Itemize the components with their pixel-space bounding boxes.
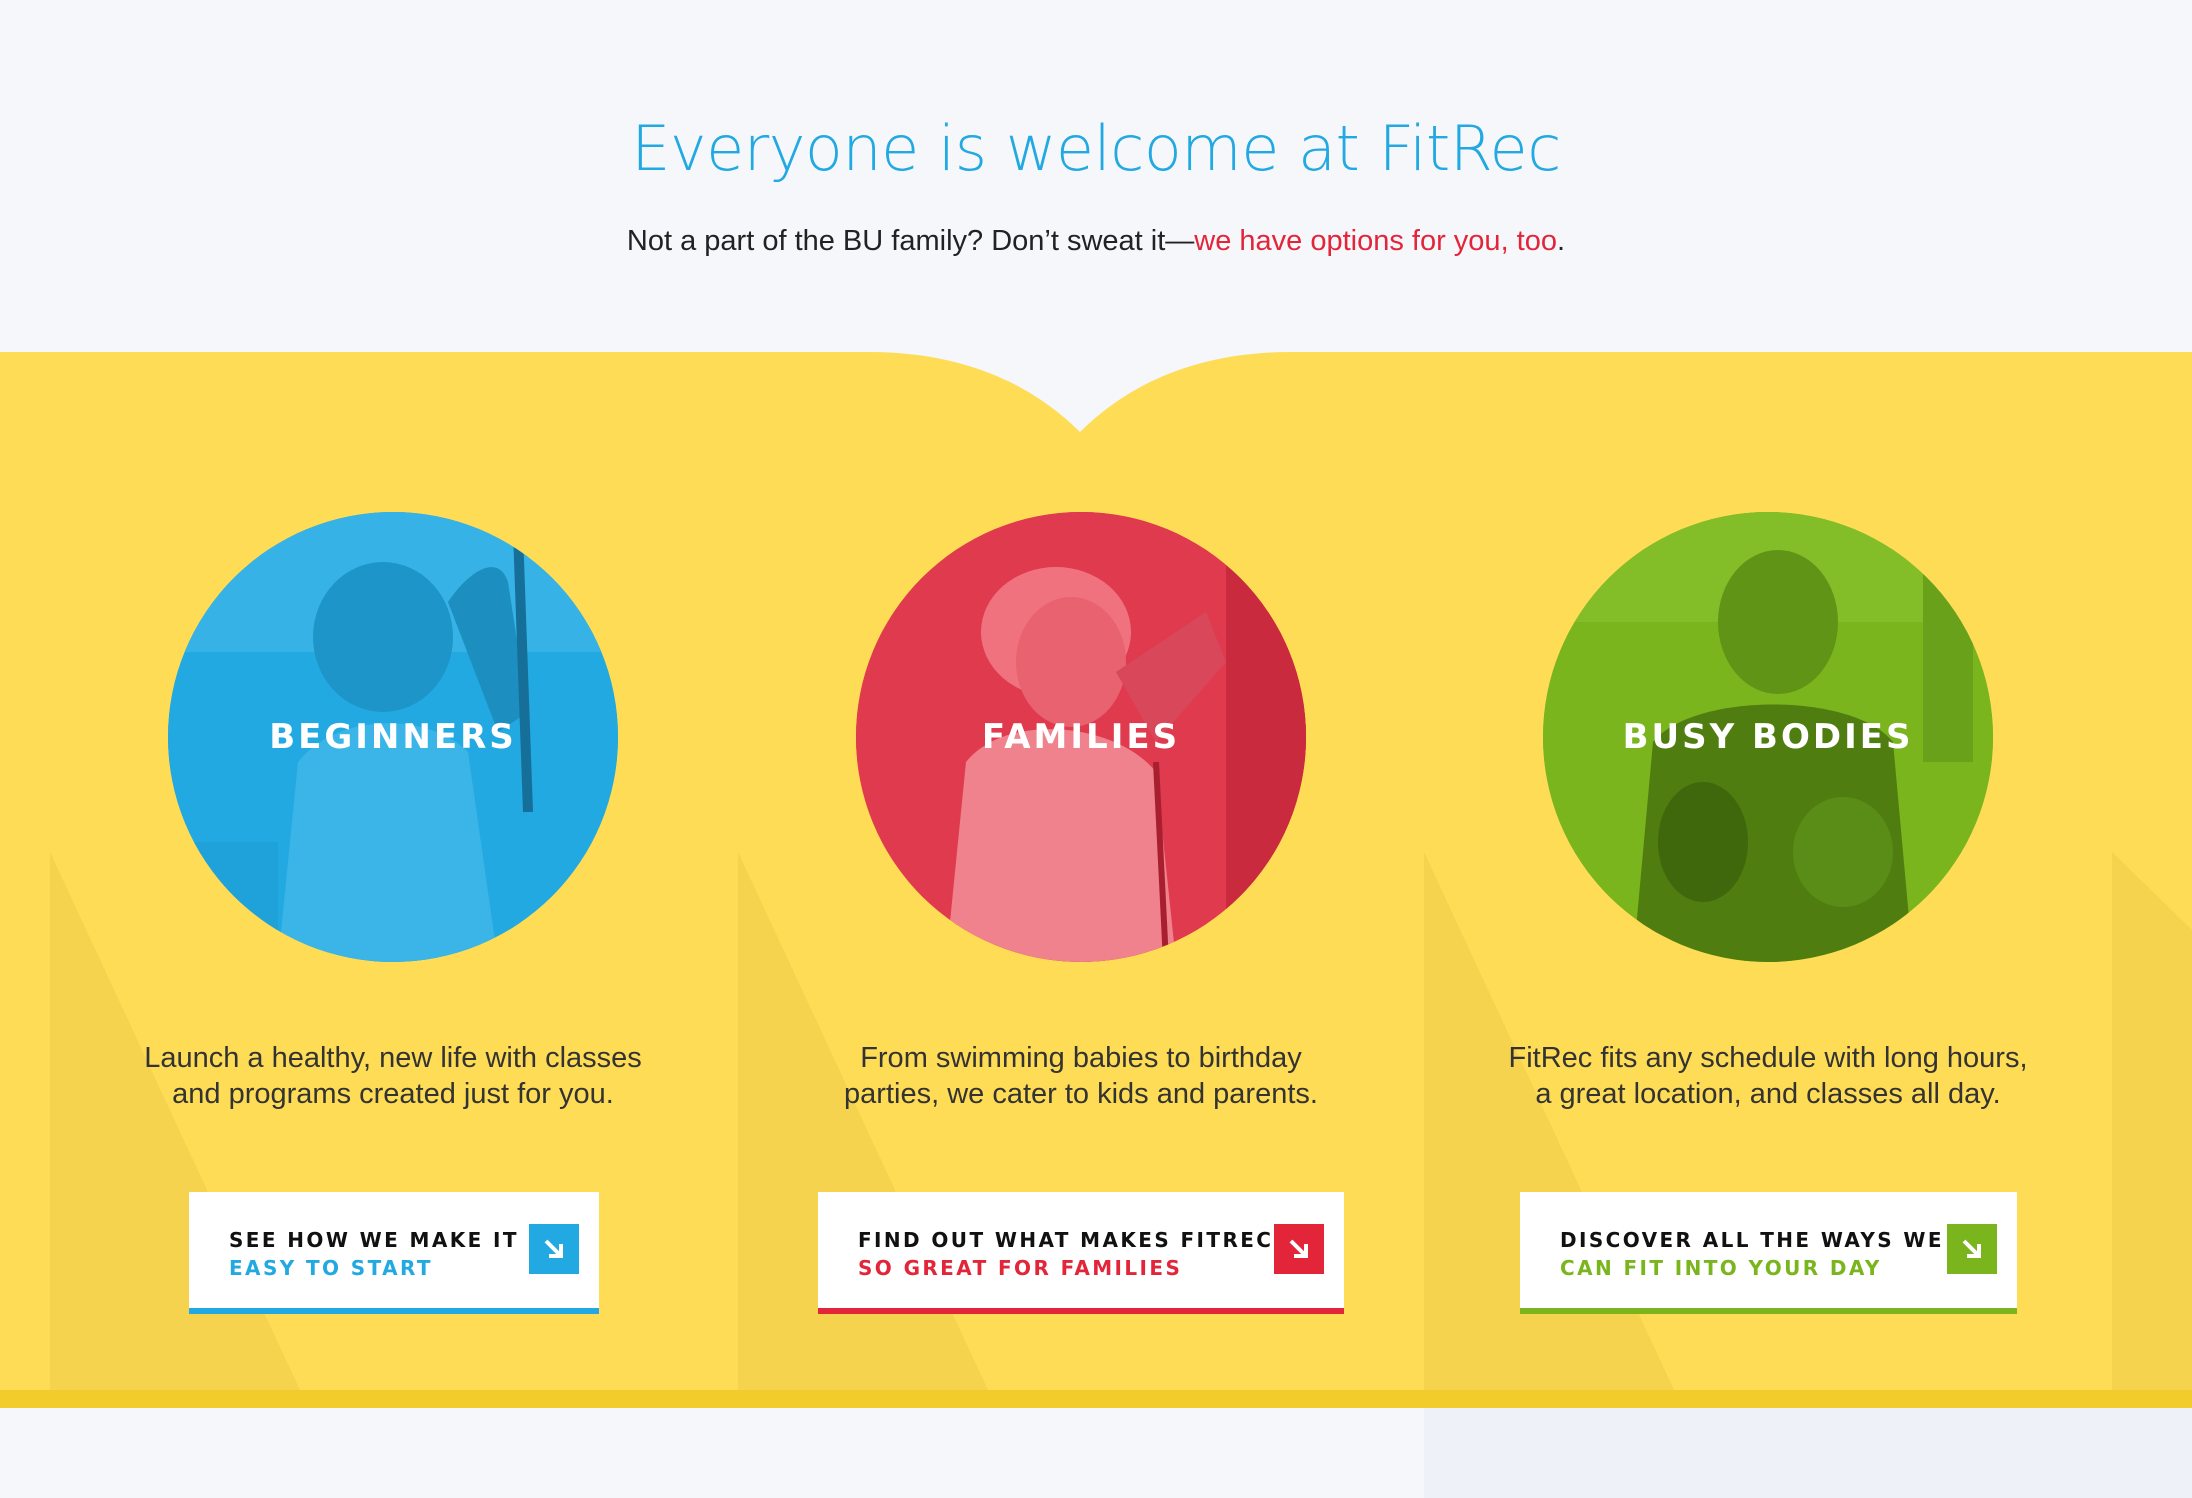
cta-line-2: CAN FIT INTO YOUR DAY bbox=[1560, 1256, 1882, 1280]
page-title: Everyone is welcome at FitRec bbox=[631, 112, 1561, 185]
options-link[interactable]: we have options for you, too bbox=[1194, 225, 1557, 257]
cta-line-2: EASY TO START bbox=[229, 1256, 433, 1280]
cta-text: DISCOVER ALL THE WAYS WE CAN FIT INTO YO… bbox=[1560, 1226, 1944, 1282]
desc-line: Launch a healthy, new life with classes bbox=[144, 1042, 642, 1074]
band-bottom-stripe bbox=[0, 1390, 2192, 1408]
band-notch-decoration bbox=[0, 352, 2192, 432]
arrow-down-right-icon bbox=[529, 1224, 579, 1274]
families-description: From swimming babies to birthday parties… bbox=[736, 1040, 1426, 1112]
subtitle-text: Not a part of the BU family? Don’t sweat… bbox=[626, 225, 1195, 257]
desc-line: parties, we cater to kids and parents. bbox=[844, 1078, 1318, 1110]
beginners-photo-circle[interactable]: BEGINNERS bbox=[168, 512, 618, 962]
hero-section: Everyone is welcome at FitRec Not a part… bbox=[0, 0, 2192, 352]
footer-panel bbox=[1424, 1408, 2192, 1498]
desc-line: FitRec fits any schedule with long hours… bbox=[1508, 1042, 2028, 1074]
subtitle-end: . bbox=[1557, 225, 1566, 257]
card-families: FAMILIES From swimming babies to birthda… bbox=[736, 512, 1426, 1372]
cta-text: FIND OUT WHAT MAKES FITREC SO GREAT FOR … bbox=[858, 1226, 1273, 1282]
desc-line: and programs created just for you. bbox=[172, 1078, 614, 1110]
card-busy-bodies: BUSY BODIES FitRec fits any schedule wit… bbox=[1423, 512, 2113, 1372]
desc-line: a great location, and classes all day. bbox=[1535, 1078, 2001, 1110]
cta-line-1: SEE HOW WE MAKE IT bbox=[229, 1228, 519, 1252]
families-photo-circle[interactable]: FAMILIES bbox=[856, 512, 1306, 962]
card-beginners: BEGINNERS Launch a healthy, new life wit… bbox=[48, 512, 738, 1372]
great-for-families-button[interactable]: FIND OUT WHAT MAKES FITREC SO GREAT FOR … bbox=[818, 1192, 1344, 1314]
cta-line-2: SO GREAT FOR FAMILIES bbox=[858, 1256, 1183, 1280]
cta-line-1: DISCOVER ALL THE WAYS WE bbox=[1560, 1228, 1944, 1252]
arrow-down-right-icon bbox=[1274, 1224, 1324, 1274]
beginners-title: BEGINNERS bbox=[269, 717, 517, 757]
busy-bodies-photo-circle[interactable]: BUSY BODIES bbox=[1543, 512, 1993, 962]
desc-line: From swimming babies to birthday bbox=[860, 1042, 1302, 1074]
easy-to-start-button[interactable]: SEE HOW WE MAKE IT EASY TO START bbox=[189, 1192, 599, 1314]
busy-bodies-description: FitRec fits any schedule with long hours… bbox=[1423, 1040, 2113, 1112]
beginners-description: Launch a healthy, new life with classes … bbox=[48, 1040, 738, 1112]
cta-text: SEE HOW WE MAKE IT EASY TO START bbox=[229, 1226, 519, 1282]
busy-bodies-title: BUSY BODIES bbox=[1622, 717, 1914, 757]
hero-subtitle: Not a part of the BU family? Don’t sweat… bbox=[0, 225, 2192, 258]
cta-line-1: FIND OUT WHAT MAKES FITREC bbox=[858, 1228, 1274, 1252]
families-title: FAMILIES bbox=[981, 717, 1181, 757]
fit-into-your-day-button[interactable]: DISCOVER ALL THE WAYS WE CAN FIT INTO YO… bbox=[1520, 1192, 2017, 1314]
arrow-down-right-icon bbox=[1947, 1224, 1997, 1274]
